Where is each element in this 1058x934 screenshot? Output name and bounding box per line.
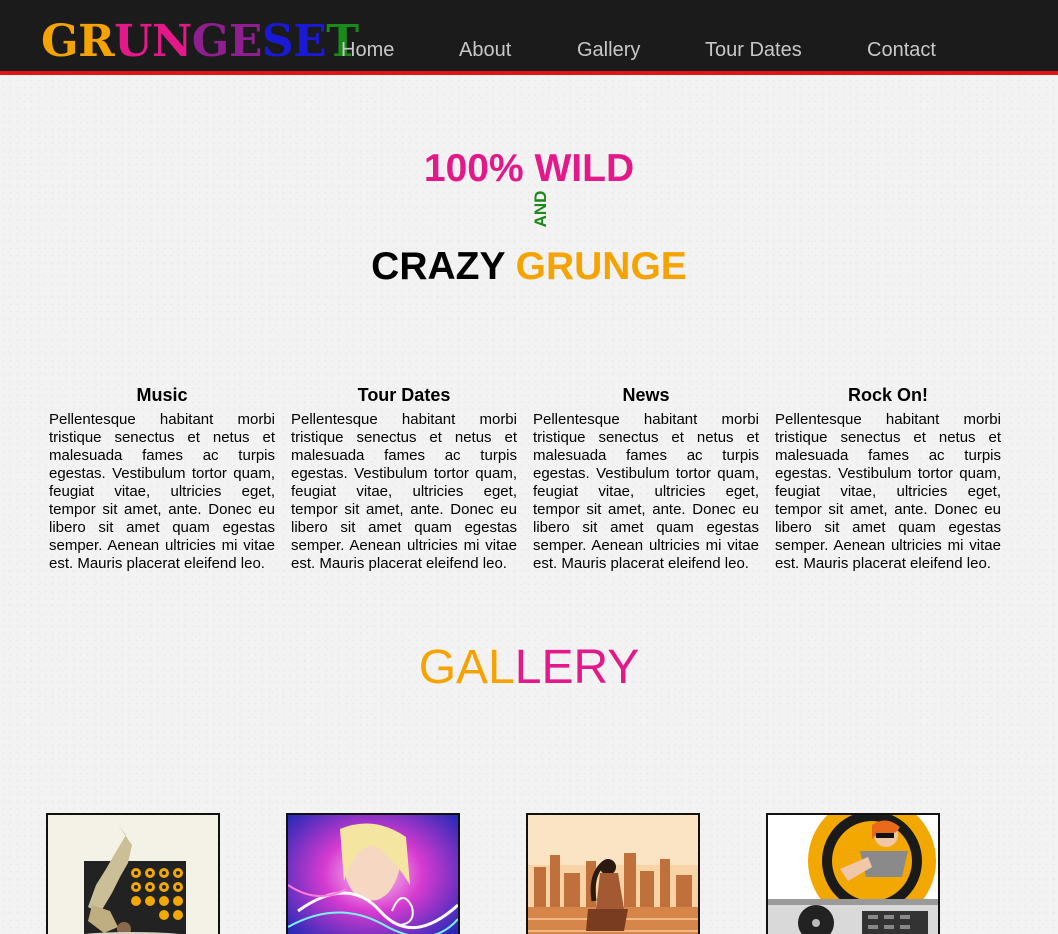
- dj-illustration: [768, 815, 938, 934]
- neon-girl-illustration: [288, 815, 458, 934]
- site-logo[interactable]: GRUNGESET: [41, 16, 359, 68]
- nav-about[interactable]: About: [459, 38, 511, 62]
- gallery-heading-part1: GAL: [418, 641, 515, 694]
- logo-letter: G: [41, 16, 79, 67]
- feature-text: Pellentesque habitant morbi tristique se…: [291, 411, 517, 572]
- feature-music: Music Pellentesque habitant morbi tristi…: [49, 384, 275, 573]
- feature-title: Music: [136, 385, 188, 405]
- logo-letter: R: [78, 16, 115, 67]
- nav-contact[interactable]: Contact: [867, 38, 936, 62]
- nav-gallery[interactable]: Gallery: [577, 38, 640, 62]
- nav-home[interactable]: Home: [341, 38, 394, 62]
- logo-letter: E: [293, 16, 327, 67]
- hero-crazy: CRAZY: [371, 245, 505, 288]
- feature-news: News Pellentesque habitant morbi tristiq…: [533, 384, 759, 573]
- hero-headline-crazy-grunge: CRAZY GRUNGE: [0, 244, 1058, 290]
- hero-headline-wild: 100% WILD: [423, 147, 635, 190]
- feature-text: Pellentesque habitant morbi tristique se…: [775, 411, 1001, 572]
- gallery-thumb-city-girl[interactable]: [526, 813, 700, 934]
- logo-letter: N: [152, 16, 192, 67]
- feature-title: News: [622, 385, 670, 405]
- logo-letter: G: [191, 16, 230, 67]
- feature-title: Tour Dates: [357, 385, 451, 405]
- gallery-heading-part2: LERY: [514, 641, 640, 694]
- logo-letter: S: [261, 16, 294, 67]
- feature-tour-dates: Tour Dates Pellentesque habitant morbi t…: [291, 384, 517, 573]
- city-girl-illustration: [528, 815, 698, 934]
- feature-rock-on: Rock On! Pellentesque habitant morbi tri…: [775, 384, 1001, 573]
- gallery-heading: GALLERY: [0, 640, 1058, 696]
- hero-and-vertical: AND: [531, 187, 551, 231]
- dancer-illustration: [48, 815, 218, 934]
- feature-text: Pellentesque habitant morbi tristique se…: [49, 411, 275, 572]
- header-bar: GRUNGESET Home About Gallery Tour Dates …: [0, 0, 1058, 75]
- nav-tour-dates[interactable]: Tour Dates: [705, 38, 802, 62]
- logo-letter: U: [114, 16, 153, 67]
- feature-text: Pellentesque habitant morbi tristique se…: [533, 411, 759, 572]
- feature-title: Rock On!: [847, 385, 928, 405]
- gallery-thumb-dj[interactable]: [766, 813, 940, 934]
- logo-letter: E: [228, 16, 263, 67]
- feature-columns: Music Pellentesque habitant morbi tristi…: [49, 384, 1009, 599]
- gallery-thumb-dancer[interactable]: [46, 813, 220, 934]
- gallery-thumb-neon-girl[interactable]: [286, 813, 460, 934]
- hero-grunge: GRUNGE: [515, 245, 687, 288]
- hero-and-text: AND: [531, 190, 550, 228]
